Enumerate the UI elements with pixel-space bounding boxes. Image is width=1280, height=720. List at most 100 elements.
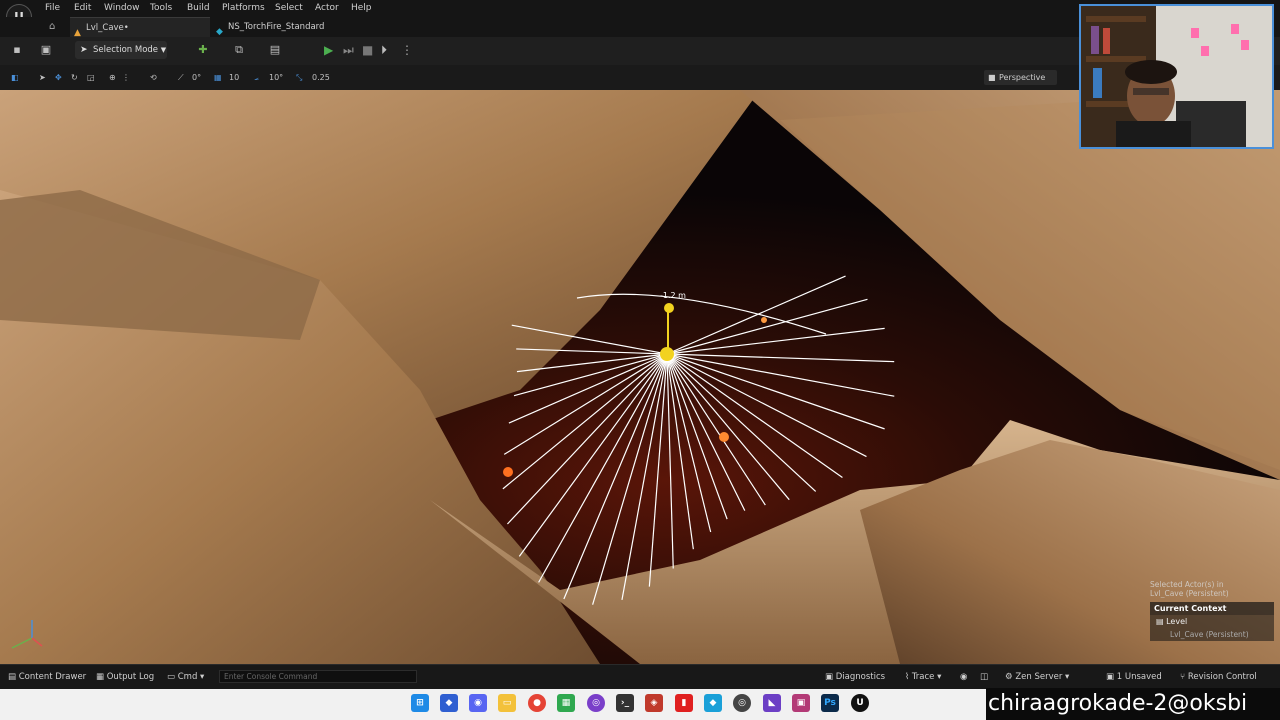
menu-platforms[interactable]: Platforms	[222, 2, 265, 15]
diagnostics-label: Diagnostics	[835, 672, 886, 682]
menu-select[interactable]: Select	[275, 2, 303, 15]
revision-control-dropdown[interactable]: ⑂ Revision Control	[1180, 670, 1257, 684]
step-icon[interactable]: ⏭	[343, 43, 357, 57]
home-icon[interactable]: ⌂	[49, 21, 55, 32]
select-tool-icon[interactable]: ➤	[39, 71, 46, 84]
discord-icon[interactable]: ◉	[469, 694, 487, 712]
widgets-icon[interactable]: ◆	[440, 694, 458, 712]
windows-start-icon[interactable]: ⊞	[411, 694, 429, 712]
console-input[interactable]: Enter Console Command	[219, 670, 417, 683]
chrome-icon[interactable]: ●	[528, 694, 546, 712]
level-viewport[interactable]: -1.2 m	[0, 90, 1280, 664]
record-icon[interactable]: ◉	[960, 670, 967, 684]
perspective-label: Perspective	[999, 73, 1046, 82]
photoshop-icon[interactable]: Ps	[821, 694, 839, 712]
grid-snap-value[interactable]: 10	[229, 71, 239, 84]
menu-window[interactable]: Window	[104, 2, 140, 15]
angle-snap-value[interactable]: 10°	[269, 71, 283, 84]
browse-icon[interactable]: ▣	[39, 43, 53, 57]
world-icon[interactable]: ⊕	[109, 71, 116, 84]
surface-snap-icon[interactable]: ⟲	[150, 71, 157, 84]
zen-server-label: Zen Server	[1015, 672, 1063, 682]
content-drawer-button[interactable]: ▤ Content Drawer	[8, 670, 86, 684]
output-log-button[interactable]: ▦ Output Log	[96, 670, 154, 684]
scale-snap-icon[interactable]: ⤡	[296, 71, 302, 84]
selection-mode-dropdown[interactable]: ➤ Selection Mode ▼	[75, 41, 167, 59]
visual-studio-icon[interactable]: ◣	[763, 694, 781, 712]
tab-label: NS_TorchFire_Standard	[228, 22, 325, 32]
rotate-icon[interactable]: ↻	[71, 71, 78, 84]
menu-help[interactable]: Help	[351, 2, 372, 15]
torch-flame-icon[interactable]	[761, 317, 767, 323]
tab-niagara-system[interactable]: ◆ NS_TorchFire_Standard	[212, 17, 352, 37]
chevron-down-icon: ▼	[160, 46, 167, 54]
app-icon[interactable]: ◆	[704, 694, 722, 712]
current-context-label: Current Context	[1154, 604, 1227, 613]
menu-edit[interactable]: Edit	[74, 2, 91, 15]
rotate-snap-icon[interactable]: ⟋	[178, 71, 184, 84]
launch-icon[interactable]: ⏵	[381, 43, 395, 57]
unsaved-label: 1 Unsaved	[1116, 672, 1162, 682]
level-value-dropdown[interactable]: Lvl_Cave (Persistent)	[1150, 628, 1274, 641]
console-placeholder: Enter Console Command	[224, 672, 318, 681]
camera-icon: ■	[988, 73, 996, 82]
tab-label: Lvl_Cave•	[86, 23, 129, 33]
menu-tools[interactable]: Tools	[150, 2, 172, 15]
webcam-overlay	[1079, 4, 1274, 149]
sheets-icon[interactable]: ▦	[557, 694, 575, 712]
output-log-label: Output Log	[106, 672, 155, 682]
trace-label: Trace	[911, 672, 935, 682]
selected-actor-level: Lvl_Cave (Persistent)	[1150, 589, 1229, 598]
obs-icon[interactable]: ◎	[733, 694, 751, 712]
red-app-icon[interactable]: ▮	[675, 694, 693, 712]
menu-actor[interactable]: Actor	[315, 2, 339, 15]
add-actor-icon[interactable]: ✚	[196, 43, 210, 57]
upi-watermark: chiraagrokade-2@oksbi	[986, 688, 1280, 720]
unreal-engine-icon[interactable]: U	[851, 694, 869, 712]
torch-flame-icon[interactable]	[503, 467, 513, 477]
select-mode-icon[interactable]: ◧	[11, 71, 19, 84]
terminal-icon[interactable]: ›_	[616, 694, 634, 712]
play-icon[interactable]: ▶	[324, 43, 338, 57]
scale-snap-value[interactable]: 0.25	[312, 71, 330, 84]
grid-snap-icon[interactable]: ▦	[214, 71, 222, 84]
perspective-dropdown[interactable]: ■ Perspective	[984, 70, 1057, 85]
zen-server-dropdown[interactable]: ⚙ Zen Server ▾	[1005, 670, 1069, 684]
rotate-snap-value[interactable]: 0°	[192, 71, 201, 84]
level-label: Level	[1166, 617, 1188, 626]
more-icon[interactable]: ⋮	[401, 43, 415, 57]
scale-icon[interactable]: ◲	[87, 71, 95, 84]
cmd-dropdown[interactable]: ▭ Cmd ▾	[167, 670, 204, 684]
diagnostics-button[interactable]: ▣ Diagnostics	[825, 670, 885, 684]
webcam-video	[1081, 6, 1249, 147]
trace-dropdown[interactable]: ⌇ Trace ▾	[905, 670, 941, 684]
current-context-header[interactable]: Current Context	[1150, 602, 1274, 615]
file-explorer-icon[interactable]: ▭	[498, 694, 516, 712]
menu-file[interactable]: File	[45, 2, 60, 15]
snapshot-icon[interactable]: ◫	[980, 670, 988, 684]
app-icon[interactable]: ◈	[645, 694, 663, 712]
cinematics-icon[interactable]: ▤	[268, 43, 282, 57]
unsaved-button[interactable]: ▣ 1 Unsaved	[1106, 670, 1162, 684]
translate-icon[interactable]: ✥	[55, 71, 62, 84]
level-icon: ▤	[1156, 617, 1167, 626]
level-value: Lvl_Cave (Persistent)	[1170, 630, 1249, 639]
distance-label: -1.2 m	[660, 291, 686, 300]
save-icon[interactable]: ▪	[10, 43, 24, 57]
github-icon[interactable]: ◎	[587, 694, 605, 712]
angle-snap-icon[interactable]: ⦟	[254, 71, 259, 84]
tab-lvl-cave[interactable]: ▲ Lvl_Cave•	[70, 17, 210, 38]
revision-control-label: Revision Control	[1187, 672, 1257, 682]
torch-flame-icon[interactable]	[719, 432, 729, 442]
rider-icon[interactable]: ▣	[792, 694, 810, 712]
selected-actor-text: Selected Actor(s) in	[1150, 580, 1224, 589]
content-drawer-label: Content Drawer	[18, 672, 87, 682]
selection-mode-label: Selection Mode	[93, 45, 159, 55]
cursor-icon: ➤	[80, 45, 88, 55]
menu-build[interactable]: Build	[187, 2, 210, 15]
level-row[interactable]: ▤ Level	[1150, 615, 1274, 628]
more-icon[interactable]: ⋮	[122, 71, 130, 84]
cave-scene: -1.2 m	[0, 90, 1280, 664]
blueprint-icon[interactable]: ⧉	[232, 43, 246, 57]
stop-icon[interactable]: ■	[362, 43, 376, 57]
